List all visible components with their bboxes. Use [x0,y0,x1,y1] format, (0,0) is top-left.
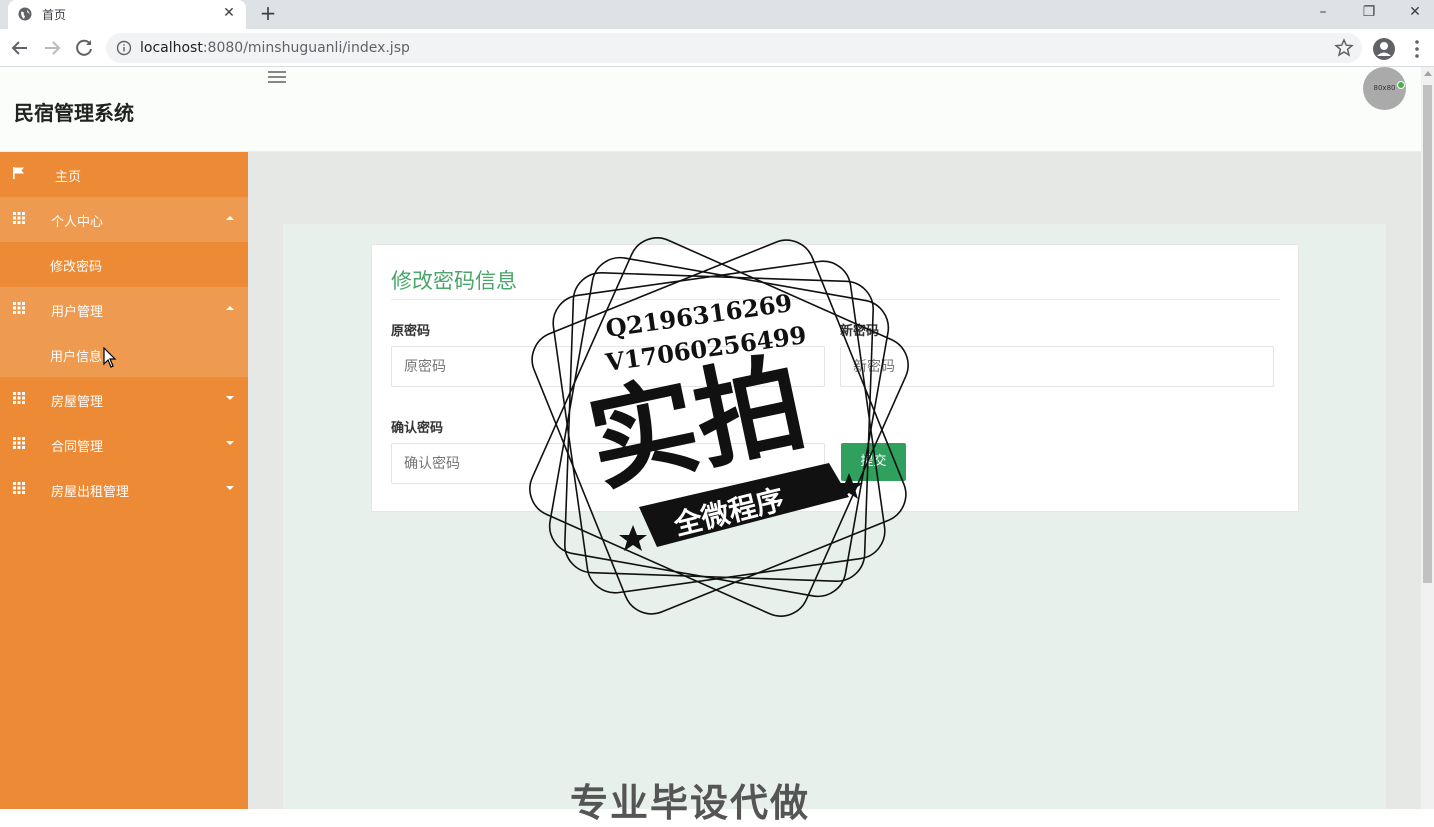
mouse-cursor-icon [103,347,117,368]
sidebar-item-label: 主页 [55,170,82,185]
sidebar-item-rental-management[interactable]: 房屋出租管理 [0,467,248,512]
grid-icon [13,482,25,494]
profile-icon[interactable] [1372,37,1396,61]
page-scrollbar[interactable] [1421,67,1434,809]
grid-icon [13,302,25,314]
sidebar-item-label: 合同管理 [51,440,104,455]
new-password-input[interactable] [840,346,1274,387]
sidebar-item-contract-management[interactable]: 合同管理 [0,422,248,467]
close-window-button[interactable]: ✕ [1392,0,1434,29]
confirm-password-label: 确认密码 [391,421,444,436]
back-icon[interactable] [8,36,32,60]
chevron-up-icon [226,216,234,220]
confirm-password-input[interactable] [391,443,825,484]
watermark-bottom-text: 专业毕设代做 [570,781,811,825]
old-password-label: 原密码 [391,324,431,339]
sidebar-subitem-change-password[interactable]: 修改密码 [0,242,248,287]
change-password-card: 修改密码信息 原密码 新密码 确认密码 提交 [371,244,1299,512]
scroll-up-icon[interactable] [1424,71,1432,76]
sidebar-subitem-label: 用户信息 [50,350,103,365]
app-root: 民宿管理系统 80x80 主页 个人中心 修改密码 用户管理 用户信息 房屋管理… [0,67,1421,809]
browser-toolbar: localhost:8080/minshuguanli/index.jsp [0,29,1434,67]
hamburger-menu-icon[interactable] [268,70,286,84]
scroll-thumb[interactable] [1423,85,1432,583]
app-header: 民宿管理系统 80x80 [0,67,1421,152]
browser-tabbar: 首页 ✕ + – ❐ ✕ [0,0,1434,29]
new-password-label: 新密码 [840,324,880,339]
flag-icon [13,167,24,179]
tab-close-icon[interactable]: ✕ [220,4,238,22]
sidebar-item-home[interactable]: 主页 [0,152,248,197]
globe-icon [18,7,32,21]
title-divider [391,299,1280,300]
sidebar-item-label: 房屋管理 [51,395,104,410]
sidebar-item-label: 个人中心 [51,215,104,230]
address-bar[interactable]: localhost:8080/minshuguanli/index.jsp [106,33,1362,63]
sidebar-item-user-management[interactable]: 用户管理 [0,287,248,332]
bookmark-star-icon[interactable] [1334,38,1354,58]
app-brand-title: 民宿管理系统 [14,101,134,125]
browser-tab[interactable]: 首页 ✕ [8,0,246,29]
old-password-input[interactable] [391,346,825,387]
main-content: 修改密码信息 原密码 新密码 确认密码 提交 [248,152,1421,809]
sidebar-item-label: 用户管理 [51,305,104,320]
grid-icon [13,392,25,404]
new-tab-button[interactable]: + [256,2,280,26]
sidebar-item-personal-center[interactable]: 个人中心 [0,197,248,242]
sidebar: 主页 个人中心 修改密码 用户管理 用户信息 房屋管理 合同管理 房屋出租管理 [0,152,248,809]
reload-icon[interactable] [72,36,96,60]
minimize-button[interactable]: – [1300,0,1346,29]
tab-title: 首页 [42,8,67,22]
sidebar-subitem-user-info[interactable]: 用户信息 [0,332,248,377]
forward-icon[interactable] [40,36,64,60]
online-status-dot [1397,81,1405,89]
sidebar-item-label: 房屋出租管理 [51,485,130,500]
content-panel: 修改密码信息 原密码 新密码 确认密码 提交 [283,224,1386,809]
restore-button[interactable]: ❐ [1346,0,1392,29]
grid-icon [13,437,25,449]
info-icon[interactable] [116,40,132,56]
form-title: 修改密码信息 [391,269,517,293]
chevron-up-icon [226,306,234,310]
grid-icon [13,212,25,224]
sidebar-subitem-label: 修改密码 [50,260,103,275]
browser-menu-icon[interactable] [1408,37,1426,61]
submit-button[interactable]: 提交 [841,443,906,481]
chevron-down-icon [226,396,234,400]
sidebar-item-house-management[interactable]: 房屋管理 [0,377,248,422]
chevron-down-icon [226,486,234,490]
url-text: localhost:8080/minshuguanli/index.jsp [140,40,410,56]
chevron-down-icon [226,441,234,445]
